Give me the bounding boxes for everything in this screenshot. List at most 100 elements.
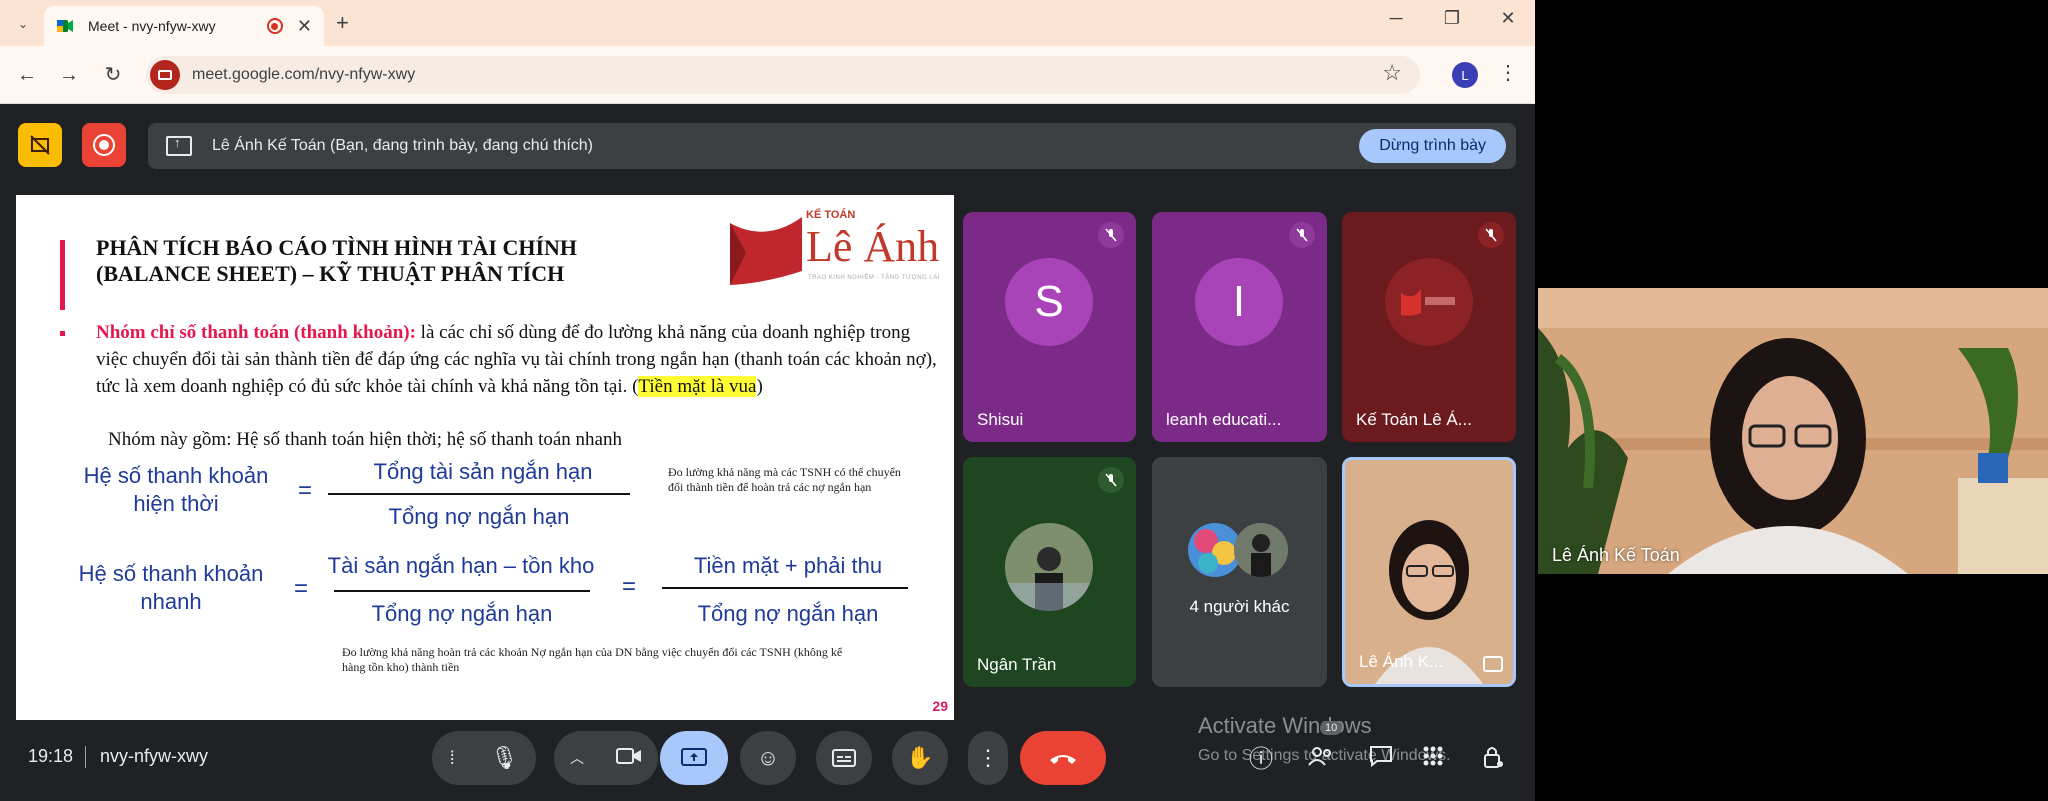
meet-stage: Lê Ánh Kế Toán (Bạn, đang trình bày, đan… [0, 105, 1535, 801]
raise-hand-button[interactable]: ✋ [892, 731, 948, 785]
participant-name: Kế Toán Lê Á... [1356, 410, 1472, 429]
meeting-code: nvy-nfyw-xwy [100, 746, 209, 766]
present-now-button[interactable] [660, 731, 728, 785]
participant-tile[interactable]: S Shisui [963, 212, 1136, 442]
meet-favicon-icon [57, 20, 73, 32]
participant-count-badge: 10 [1320, 721, 1343, 735]
chat-icon[interactable] [1366, 745, 1396, 775]
camera-control-group[interactable]: ︿ [554, 731, 658, 785]
browser-menu-icon[interactable]: ⋮ [1498, 60, 1518, 85]
formula1-label: Hệ số thanh khoản hiện thời [56, 462, 296, 518]
formula2b-denominator: Tổng nợ ngắn hạn [697, 601, 879, 626]
new-tab-icon[interactable]: + [336, 10, 349, 36]
browser-toolbar: ← → ↻ meet.google.com/nvy-nfyw-xwy ☆ L ⋮ [0, 46, 1535, 104]
participant-name: Shisui [977, 410, 1024, 429]
formula2-note: Đo lường khả năng hoàn trả các khoản Nợ … [342, 645, 843, 674]
presenter-video: Lê Ánh Kế Toán [1538, 288, 2048, 574]
captions-icon [832, 749, 856, 767]
formula1-label-line2: hiện thời [133, 491, 219, 516]
slide-title-line2: (BALANCE SHEET) – KỸ THUẬT PHÂN TÍCH [96, 261, 565, 286]
highlighted-phrase: Tiền mặt là vua [638, 376, 757, 397]
formula2-fraction-bar [334, 590, 590, 592]
participant-tile[interactable]: Ngân Trần [963, 457, 1136, 687]
restore-icon[interactable]: ❐ [1430, 8, 1474, 29]
tab-search-icon[interactable]: ⌄ [10, 11, 36, 37]
pip-icon[interactable] [1483, 656, 1503, 672]
mic-off-icon [1289, 222, 1315, 248]
slide-title: PHÂN TÍCH BÁO CÁO TÌNH HÌNH TÀI CHÍNH (B… [96, 235, 656, 287]
presentation-slide: PHÂN TÍCH BÁO CÁO TÌNH HÌNH TÀI CHÍNH (B… [16, 195, 954, 720]
participant-name: leanh educati... [1166, 410, 1282, 429]
forward-icon[interactable]: → [54, 60, 84, 90]
bookmark-star-icon[interactable]: ☆ [1382, 60, 1402, 86]
participant-tile[interactable]: I leanh educati... [1152, 212, 1327, 442]
formula2-label-line2: nhanh [140, 589, 202, 614]
self-tile[interactable]: Lê Ánh K... [1342, 457, 1516, 687]
formula1-label-line1: Hệ số thanh khoản [83, 463, 269, 488]
formula2b-equals: = [622, 573, 637, 600]
participant-logo-avatar [1385, 258, 1473, 346]
present-screen-icon [166, 135, 192, 156]
presenter-video-frame [1538, 288, 2048, 574]
presenter-name: Lê Ánh Kế Toán [1552, 545, 1680, 565]
record-icon[interactable] [82, 123, 126, 167]
company-logo: KẾ TOÁN Lê Ánh TRAO KINH NGHIỆM - TĂNG T… [726, 209, 951, 289]
minimize-icon[interactable]: ─ [1374, 8, 1418, 29]
formula2-numerator: Tài sản ngắn hạn – tồn kho [327, 553, 595, 578]
more-options-button[interactable]: ⋮ [968, 731, 1008, 785]
others-count-label: 4 người khác [1189, 597, 1290, 616]
others-tile[interactable]: 4 người khác [1152, 457, 1327, 687]
tab-meet[interactable]: Meet - nvy-nfyw-xwy ✕ [44, 6, 324, 46]
activities-icon[interactable] [1418, 745, 1448, 775]
microphone-icon[interactable]: 🎙 [490, 745, 518, 771]
formula1-denominator: Tổng nợ ngắn hạn [388, 504, 570, 529]
bullet-paragraph: Nhóm chỉ số thanh toán (thanh khoản): là… [96, 319, 946, 400]
tab-strip: ⌄ Meet - nvy-nfyw-xwy ✕ + ─ ❐ ✕ [0, 0, 1535, 46]
recording-icon [266, 18, 283, 34]
hang-up-icon [1050, 755, 1076, 764]
stop-presenting-button[interactable]: Dừng trình bày [1359, 129, 1506, 163]
address-bar[interactable]: meet.google.com/nvy-nfyw-xwy ☆ [146, 56, 1420, 94]
formula1-numerator: Tổng tài sản ngắn hạn [373, 459, 593, 484]
meeting-time: 19:18 [28, 746, 74, 766]
camera-icon[interactable] [616, 745, 642, 771]
formula1-fraction-bar [328, 493, 630, 495]
host-controls-icon[interactable] [1478, 745, 1508, 775]
self-video-frame [1345, 460, 1513, 684]
mic-control-group[interactable]: ⁞ 🎙 [432, 731, 536, 785]
emoji-reaction-button[interactable]: ☺ [740, 731, 796, 785]
mic-off-icon [1098, 467, 1124, 493]
participant-name: Ngân Trần [977, 655, 1057, 674]
presenting-banner: Lê Ánh Kế Toán (Bạn, đang trình bày, đan… [148, 123, 1516, 169]
bullet-close: ) [756, 376, 763, 397]
site-info-icon[interactable] [150, 60, 180, 90]
logo-small-text: KẾ TOÁN [806, 209, 856, 221]
participant-avatar: I [1195, 258, 1283, 346]
close-tab-icon[interactable]: ✕ [297, 16, 312, 37]
people-icon[interactable] [1306, 745, 1336, 775]
participant-photo-avatar [1005, 523, 1093, 611]
formula1-note: Đo lường khả năng mà các TSNH có thể chu… [668, 465, 901, 494]
group-line: Nhóm này gồm: Hệ số thanh toán hiện thời… [108, 429, 622, 450]
others-avatar [1234, 523, 1288, 577]
captions-button[interactable] [816, 731, 872, 785]
participant-tile[interactable]: Kế Toán Lê Á... [1342, 212, 1516, 442]
logo-big-text: Lê Ánh [806, 222, 940, 271]
presenting-text: Lê Ánh Kế Toán (Bạn, đang trình bày, đan… [212, 137, 594, 154]
bullet-marker [60, 331, 65, 336]
back-icon[interactable]: ← [12, 60, 42, 90]
audio-level-icon: ⁞ [449, 747, 455, 768]
url-text: meet.google.com/nvy-nfyw-xwy [192, 66, 416, 83]
annotation-off-icon[interactable] [18, 123, 62, 167]
profile-avatar[interactable]: L [1452, 62, 1478, 88]
info-icon[interactable]: ⓘ [1246, 745, 1276, 775]
close-window-icon[interactable]: ✕ [1486, 8, 1530, 29]
formula2-label: Hệ số thanh khoản nhanh [56, 560, 286, 616]
tab-title: Meet - nvy-nfyw-xwy [88, 18, 216, 34]
reload-icon[interactable]: ↻ [98, 60, 128, 90]
chevron-up-icon[interactable]: ︿ [570, 748, 584, 768]
leave-call-button[interactable] [1020, 731, 1106, 785]
logo-flag-icon [730, 217, 802, 285]
formula1-equals: = [298, 477, 313, 504]
participant-name: Lê Ánh K... [1359, 652, 1444, 671]
